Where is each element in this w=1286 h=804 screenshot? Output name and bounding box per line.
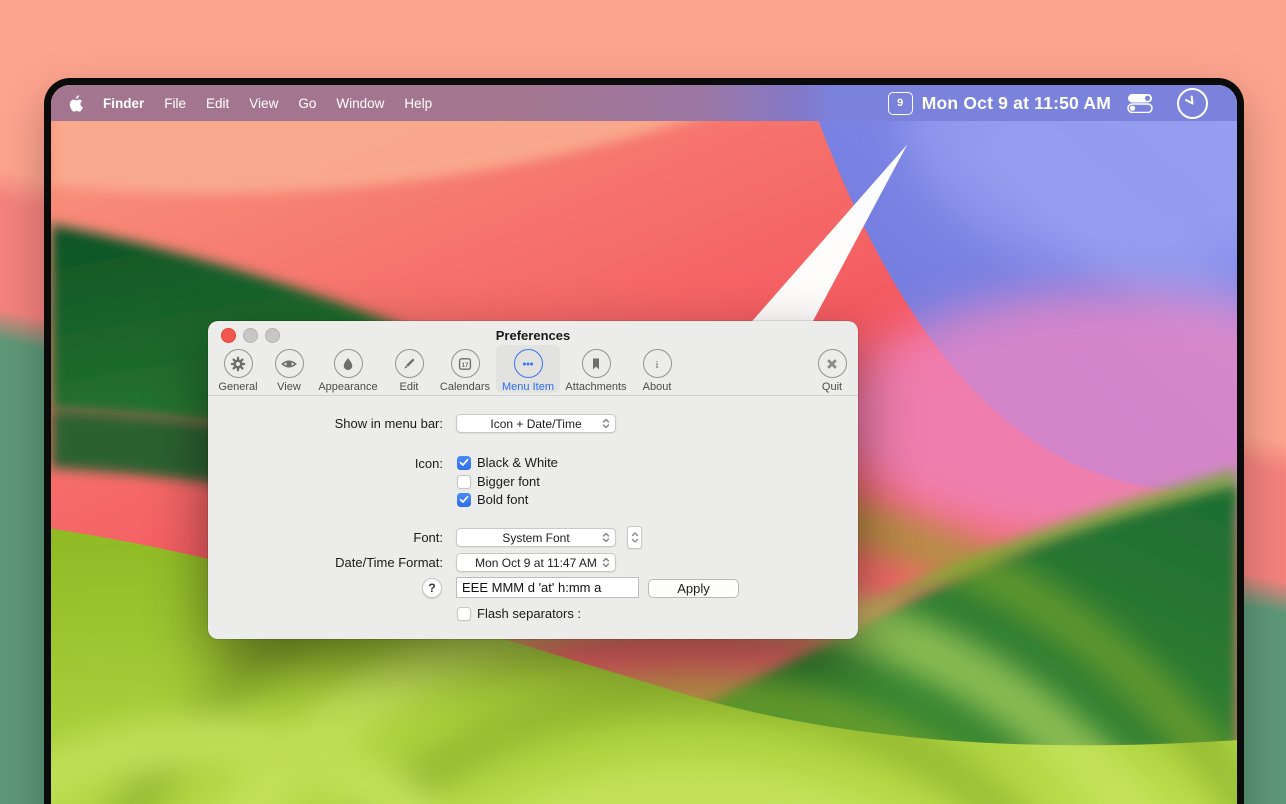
preferences-window: Preferences General xyxy=(208,321,858,639)
menu-item-edit[interactable]: Edit xyxy=(206,96,229,111)
show-in-menu-bar-popup[interactable]: Icon + Date/Time xyxy=(456,414,616,433)
checkbox-box[interactable] xyxy=(457,475,471,489)
checkbox-black-and-white[interactable]: Black & White xyxy=(457,455,558,470)
show-in-menu-bar-label: Show in menu bar: xyxy=(208,415,443,432)
apple-logo-icon xyxy=(68,95,83,112)
datetime-format-label: Date/Time Format: xyxy=(208,554,443,571)
preferences-form: Show in menu bar: Icon + Date/Time Icon:… xyxy=(208,321,858,639)
font-label: Font: xyxy=(208,529,443,546)
menu-item-window[interactable]: Window xyxy=(336,96,384,111)
format-input[interactable] xyxy=(456,577,639,598)
menubar-datetime[interactable]: Mon Oct 9 at 11:50 AM xyxy=(922,93,1111,114)
check-icon xyxy=(459,458,469,467)
checkbox-bigger-font[interactable]: Bigger font xyxy=(457,474,540,489)
menu-item-view[interactable]: View xyxy=(249,96,278,111)
chevron-up-down-icon xyxy=(602,418,610,429)
control-center-icon[interactable] xyxy=(1127,93,1154,113)
checkbox-box[interactable] xyxy=(457,456,471,470)
menu-item-help[interactable]: Help xyxy=(404,96,432,111)
chevron-up-down-icon xyxy=(631,531,639,544)
font-size-stepper[interactable] xyxy=(627,526,642,549)
help-button[interactable]: ? xyxy=(422,578,442,598)
check-icon xyxy=(459,495,469,504)
checkbox-box[interactable] xyxy=(457,607,471,621)
font-popup[interactable]: System Font xyxy=(456,528,616,547)
desktop-backdrop: Finder File Edit View Go Window Help 9 M… xyxy=(0,0,1286,804)
chevron-up-down-icon xyxy=(602,557,610,568)
checkbox-bold-font[interactable]: Bold font xyxy=(457,492,528,507)
menu-bar: Finder File Edit View Go Window Help 9 M… xyxy=(51,85,1237,121)
calendar-day-icon[interactable]: 9 xyxy=(888,92,913,115)
menu-item-finder[interactable]: Finder xyxy=(103,96,144,111)
icon-label: Icon: xyxy=(208,455,443,472)
menu-item-file[interactable]: File xyxy=(164,96,186,111)
apply-button[interactable]: Apply xyxy=(648,579,739,598)
chevron-up-down-icon xyxy=(602,532,610,543)
apple-menu[interactable] xyxy=(68,95,83,112)
checkbox-box[interactable] xyxy=(457,493,471,507)
checkbox-flash-separators[interactable]: Flash separators : xyxy=(457,606,581,621)
clock-icon[interactable] xyxy=(1176,87,1209,120)
menu-item-go[interactable]: Go xyxy=(298,96,316,111)
datetime-format-popup[interactable]: Mon Oct 9 at 11:47 AM xyxy=(456,553,616,572)
